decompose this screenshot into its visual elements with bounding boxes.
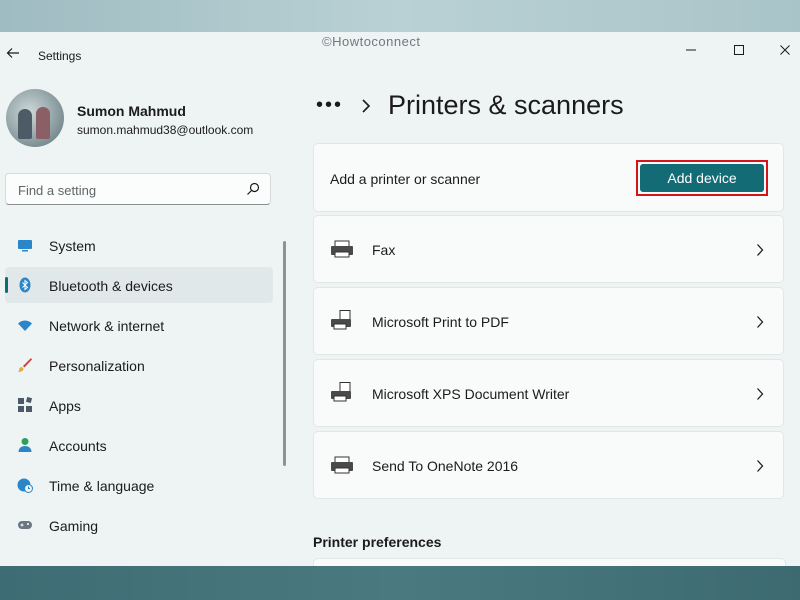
sidebar-item-label: System [49,238,96,254]
user-name: Sumon Mahmud [77,103,186,119]
minimize-button[interactable] [678,40,704,60]
printer-name: Microsoft Print to PDF [372,314,509,330]
sidebar-item-label: Bluetooth & devices [49,278,173,294]
close-icon [780,45,790,55]
chevron-right-icon [757,388,764,400]
printer-preferences-heading: Printer preferences [313,534,442,550]
title-bar: Settings [0,32,800,72]
sidebar-scrollbar[interactable] [283,241,286,466]
printer-item-fax[interactable]: Fax [313,215,784,283]
app-title: Settings [38,49,82,63]
search-box [5,173,271,205]
sidebar-item-gaming[interactable]: Gaming [5,507,273,543]
printer-name: Send To OneNote 2016 [372,458,519,474]
sidebar-nav: System Bluetooth & devices Network & int… [5,227,273,547]
apps-icon [18,397,33,412]
maximize-icon [734,45,744,55]
search-icon[interactable] [246,182,260,196]
back-button[interactable] [6,46,20,60]
user-email: sumon.mahmud38@outlook.com [77,123,254,137]
maximize-button[interactable] [726,40,752,60]
search-input[interactable] [16,180,240,200]
sidebar-item-label: Gaming [49,518,99,534]
user-profile[interactable]: Sumon Mahmud sumon.mahmud38@outlook.com [6,89,286,149]
globe-clock-icon [17,478,33,493]
sidebar-item-personalization[interactable]: Personalization [5,347,273,383]
add-device-highlight: Add device [636,160,768,196]
sidebar-item-label: Accounts [49,438,107,454]
sidebar-item-time-language[interactable]: Time & language [5,467,273,503]
settings-window: ©Howtoconnect Settings Sumon Mahmud sumo… [0,32,800,566]
fax-icon [331,240,353,258]
sidebar-item-label: Time & language [49,478,155,494]
desktop-background-bottom [0,566,800,600]
sidebar-item-network-internet[interactable]: Network & internet [5,307,273,343]
arrow-left-icon [6,48,19,58]
printer-name: Fax [372,242,396,258]
add-printer-card: Add a printer or scanner Add device [313,143,784,212]
chevron-right-icon [757,244,764,256]
close-button[interactable] [772,40,798,60]
avatar [6,89,64,147]
sidebar-item-label: Network & internet [49,318,165,334]
printer-icon [331,456,353,474]
wifi-icon [18,320,32,331]
minimize-icon [686,49,696,51]
desktop-background-top [0,0,800,32]
chevron-right-icon [757,460,764,472]
printer-item-send-to-onenote-2016[interactable]: Send To OneNote 2016 [313,431,784,499]
page-title: Printers & scanners [388,90,624,120]
printer-item-microsoft-xps-document-writer[interactable]: Microsoft XPS Document Writer [313,359,784,427]
add-device-button[interactable]: Add device [640,164,764,192]
sidebar-item-apps[interactable]: Apps [5,387,273,423]
sidebar-item-bluetooth-devices[interactable]: Bluetooth & devices [5,267,273,303]
printer-doc-icon [331,382,351,402]
sidebar-item-label: Personalization [49,358,145,374]
printer-doc-icon [331,310,351,330]
sidebar-item-label: Apps [49,398,81,414]
printer-item-microsoft-print-to-pdf[interactable]: Microsoft Print to PDF [313,287,784,355]
chevron-right-icon [362,99,371,113]
active-indicator [5,277,8,293]
monitor-icon [18,240,32,252]
gamepad-icon [18,521,32,529]
bluetooth-icon [19,277,31,293]
chevron-right-icon [757,316,764,328]
printer-name: Microsoft XPS Document Writer [372,386,570,402]
printer-preferences-card [313,558,786,566]
sidebar-item-system[interactable]: System [5,227,273,263]
breadcrumb-overflow[interactable]: ••• [316,94,343,117]
sidebar-item-accounts[interactable]: Accounts [5,427,273,463]
person-icon [18,438,32,452]
add-printer-label: Add a printer or scanner [330,171,481,187]
brush-icon [18,358,32,372]
